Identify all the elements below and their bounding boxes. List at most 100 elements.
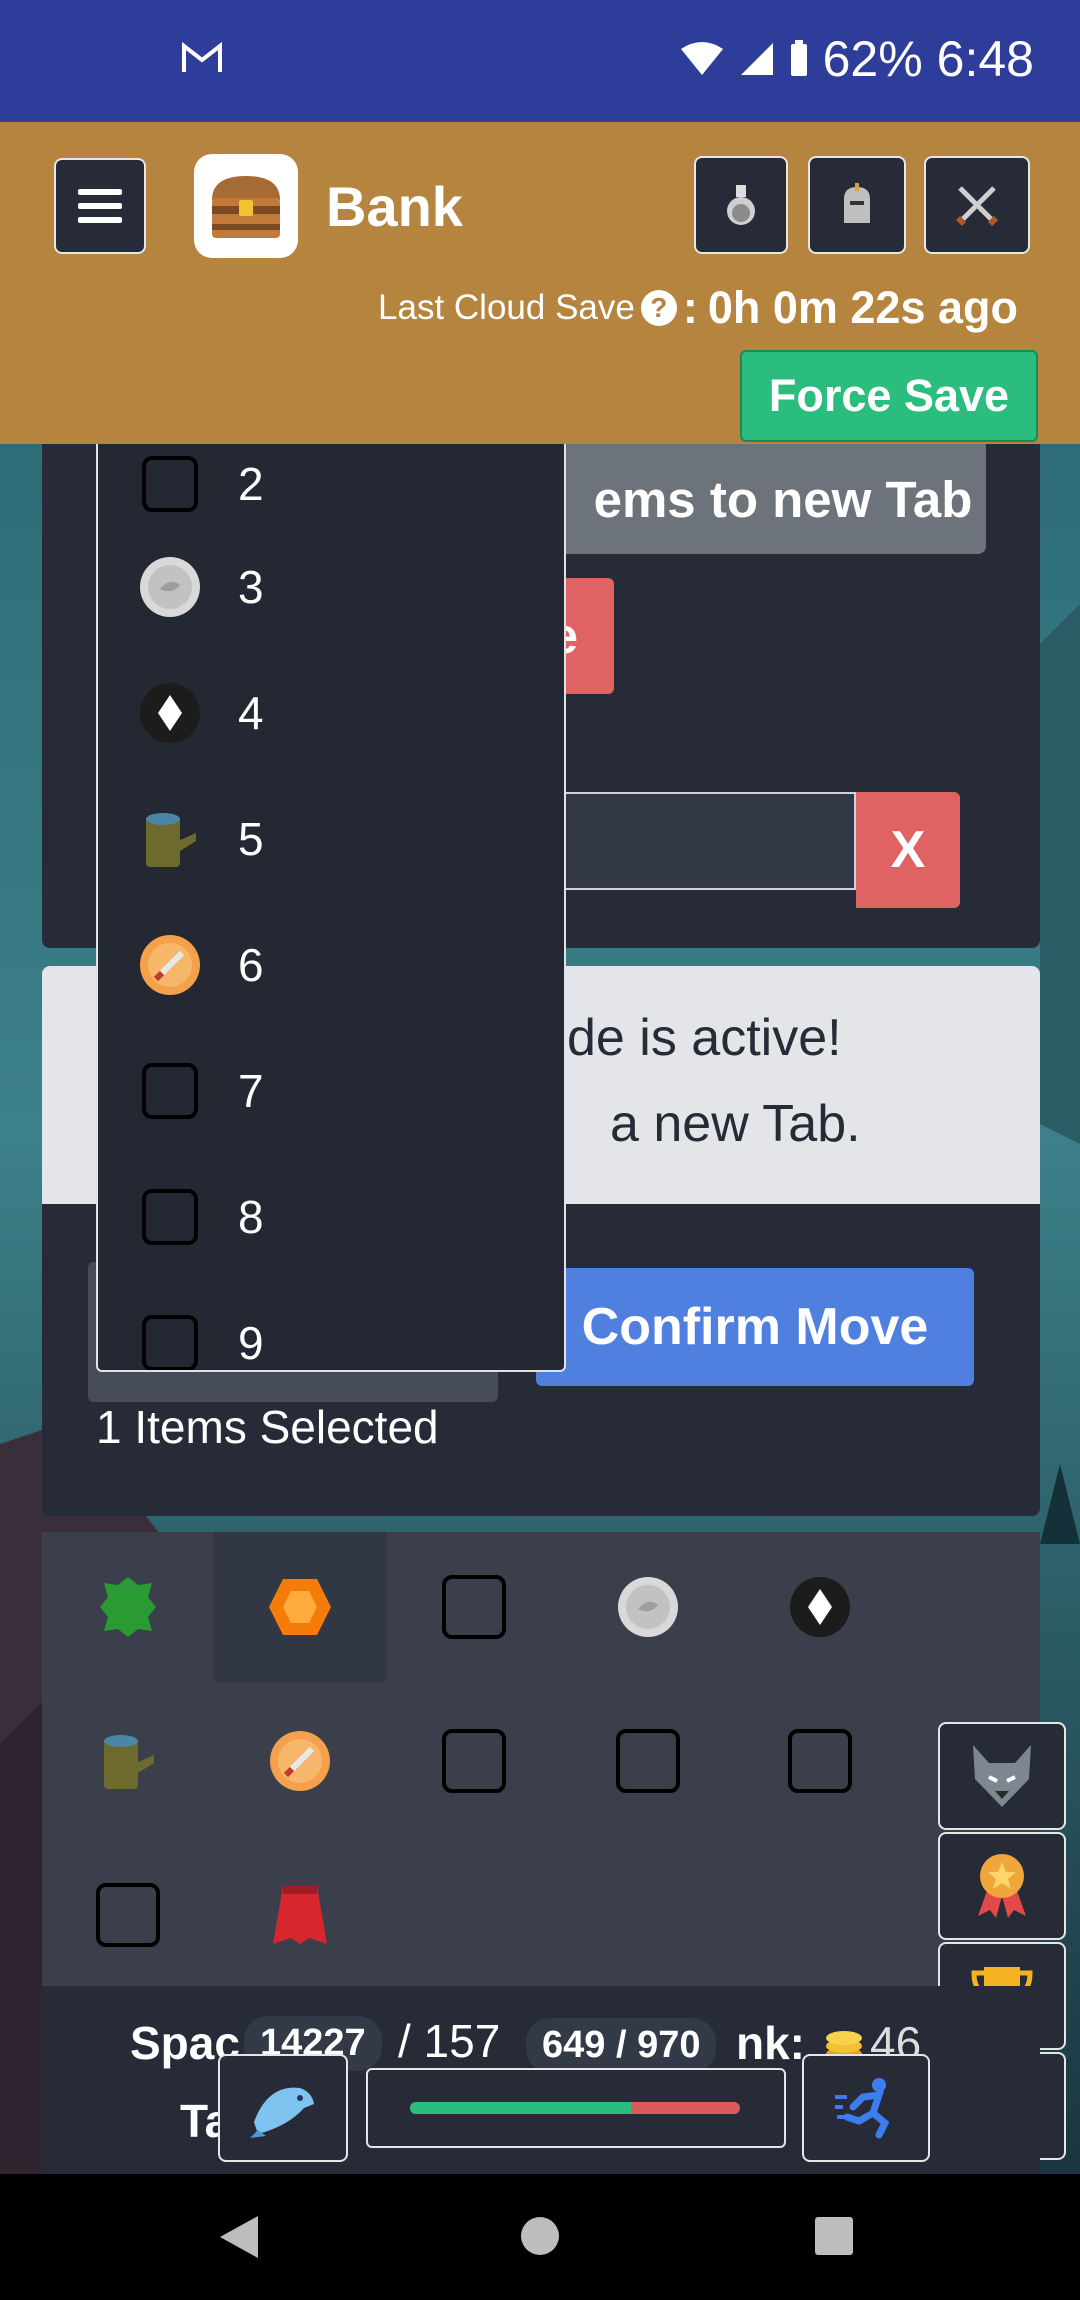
wood-log-icon (138, 807, 202, 871)
clock: 6:48 (936, 31, 1034, 87)
move-items-to-new-tab-button[interactable]: ems to new Tab (520, 444, 986, 554)
diamond-icon (138, 681, 202, 745)
move-tab-label: ems to new Tab (593, 470, 973, 528)
bank-item[interactable] (734, 1532, 906, 1682)
dropdown-label: 8 (238, 1191, 264, 1243)
health-bar-fill (410, 2102, 631, 2114)
combat-button[interactable] (924, 156, 1030, 254)
menu-button[interactable] (54, 158, 146, 254)
app-header: Bank Last Cloud Save ?: 0h 0m 22s ago Fo… (0, 122, 1080, 444)
empty-slot-icon (442, 1729, 506, 1793)
health-bar-track (410, 2102, 740, 2114)
running-man-icon (835, 2078, 890, 2139)
back-icon[interactable] (218, 2214, 260, 2260)
recents-icon[interactable] (814, 2216, 854, 2256)
potion-button[interactable] (694, 156, 788, 254)
bank-item[interactable] (42, 1532, 214, 1682)
empty-slot-icon (96, 1883, 160, 1947)
space-total: / 157 (398, 2015, 501, 2067)
bank-chest-logo (194, 154, 298, 258)
confirm-move-button[interactable]: Confirm Move (536, 1268, 974, 1386)
colon: : (682, 282, 698, 333)
alert-line-1: de is active! (567, 1009, 842, 1067)
silver-coin-icon (138, 555, 202, 619)
home-icon[interactable] (520, 2216, 560, 2256)
silver-coin-icon (618, 1577, 678, 1637)
android-nav-bar (0, 2174, 1080, 2300)
last-cloud-save: Last Cloud Save ?: 0h 0m 22s ago (378, 282, 1018, 334)
dropdown-label: 7 (238, 1065, 264, 1117)
bank-item[interactable] (42, 1686, 214, 1836)
bank-item[interactable] (214, 1840, 386, 1990)
empty-checkbox-icon (138, 1059, 202, 1123)
last-save-value: 0h 0m 22s ago (707, 282, 1018, 333)
diamond-icon (790, 1577, 850, 1637)
medal-icon (978, 1854, 1026, 1918)
items-selected-count: 1 Items Selected (96, 1401, 439, 1453)
dropdown-item-9[interactable]: 9 (98, 1280, 564, 1370)
hp-pill: 649 / 970 (526, 2018, 717, 2073)
dropdown-label: 3 (238, 561, 264, 613)
battery-percent: 62% (822, 31, 923, 87)
dropdown-item-3[interactable]: 3 (98, 524, 564, 650)
bank-item[interactable] (388, 1686, 560, 1836)
fish-icon (250, 2087, 314, 2138)
orange-gem-icon (269, 1579, 331, 1635)
knight-helmet-icon (844, 183, 870, 223)
dropdown-item-4[interactable]: 4 (98, 650, 564, 776)
armor-button[interactable] (808, 156, 906, 254)
empty-checkbox-icon (138, 452, 202, 516)
tab-dropdown-list[interactable]: 2 3 4 5 6 7 8 9 (96, 444, 566, 1372)
page-title: Bank (326, 175, 463, 238)
dropdown-item-2[interactable]: 2 (98, 444, 564, 524)
bank-gold-label: nk: (736, 2017, 805, 2069)
bank-item[interactable] (388, 1532, 560, 1682)
wolf-icon (973, 1745, 1031, 1807)
wolf-pet-button[interactable] (938, 1722, 1066, 1830)
bank-item[interactable] (734, 1686, 906, 1836)
empty-slot-icon (442, 1575, 506, 1639)
empty-slot-icon (788, 1729, 852, 1793)
bank-item-selected[interactable] (214, 1532, 386, 1682)
bank-item[interactable] (42, 1840, 214, 1990)
health-bar (366, 2068, 786, 2148)
dropdown-label: 2 (238, 458, 264, 510)
dropdown-label: 9 (238, 1317, 264, 1369)
status-icons: 62% 6:48 (679, 30, 1034, 88)
signal-icon (740, 43, 773, 75)
clear-search-button[interactable]: X (856, 792, 960, 908)
wifi-icon (680, 42, 723, 75)
wood-log-icon (104, 1735, 154, 1789)
red-cape-icon (273, 1886, 327, 1944)
potion-icon (727, 185, 755, 225)
treasure-chest-icon (212, 176, 280, 238)
dropdown-label: 6 (238, 939, 264, 991)
dropdown-item-6[interactable]: 6 (98, 902, 564, 1028)
gmail-icon (182, 41, 222, 72)
dropdown-item-5[interactable]: 5 (98, 776, 564, 902)
achievements-button[interactable] (938, 1832, 1066, 1940)
help-icon[interactable]: ? (640, 290, 677, 326)
sword-badge-icon (270, 1731, 330, 1791)
force-save-button[interactable]: Force Save (740, 350, 1038, 442)
green-leather-icon (100, 1577, 156, 1637)
last-save-label: Last Cloud Save (378, 288, 635, 327)
bank-item[interactable] (214, 1686, 386, 1836)
dropdown-item-8[interactable]: 8 (98, 1154, 564, 1280)
empty-slot-icon (616, 1729, 680, 1793)
dropdown-label: 4 (238, 687, 264, 739)
dropdown-label: 5 (238, 813, 264, 865)
empty-checkbox-icon (138, 1185, 202, 1249)
agility-skill-button[interactable] (802, 2054, 930, 2162)
crossed-swords-icon (955, 186, 999, 227)
bank-item[interactable] (562, 1686, 734, 1836)
status-bar: 62% 6:48 (0, 0, 1080, 122)
sword-badge-icon (138, 933, 202, 997)
fishing-skill-button[interactable] (218, 2054, 348, 2162)
battery-icon (790, 40, 807, 76)
hamburger-icon (78, 189, 122, 223)
bank-items-grid (42, 1532, 1040, 1990)
dropdown-item-7[interactable]: 7 (98, 1028, 564, 1154)
empty-checkbox-icon (138, 1311, 202, 1370)
bank-item[interactable] (562, 1532, 734, 1682)
